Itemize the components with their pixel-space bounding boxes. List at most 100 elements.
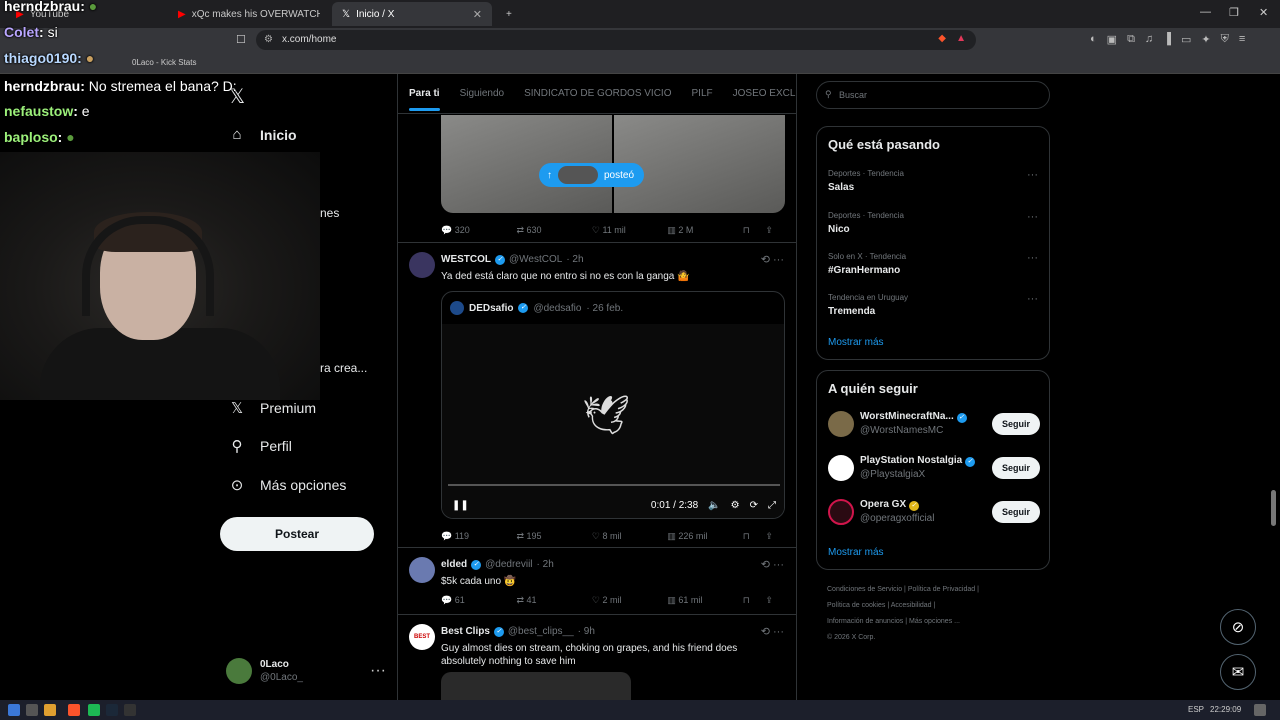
follow-button[interactable]: Seguir xyxy=(991,501,1040,523)
views-button[interactable]: ▥ 2 M xyxy=(667,225,742,236)
bookmark-icon[interactable]: ⊓ xyxy=(743,225,766,236)
reply-button[interactable]: 💬 61 xyxy=(441,595,516,606)
tab-following[interactable]: Siguiendo xyxy=(460,88,504,99)
taskbar-app-icon[interactable] xyxy=(44,704,56,716)
reply-button[interactable]: 💬 119 xyxy=(441,531,516,542)
settings-icon[interactable]: ⚙ xyxy=(731,500,740,511)
show-more-link[interactable]: Mostrar más xyxy=(828,547,884,558)
share-icon[interactable]: ⇪ xyxy=(765,595,788,606)
sidebar-icon[interactable]: ▐ xyxy=(1163,33,1171,46)
brave-icon[interactable] xyxy=(68,704,80,716)
nav-profile[interactable]: ⚲ Perfil xyxy=(228,437,292,455)
like-button[interactable]: ♡ 11 mil xyxy=(592,225,667,236)
spotify-icon[interactable] xyxy=(88,704,100,716)
retweet-button[interactable]: ⇄ 41 xyxy=(516,595,591,606)
taskbar-app-icon[interactable] xyxy=(124,704,136,716)
search-input[interactable]: ⚲ Buscar xyxy=(816,81,1050,109)
vpn-icon[interactable]: ⛨ xyxy=(1221,33,1229,46)
close-tab-icon[interactable]: ✕ xyxy=(473,8,482,21)
share-icon[interactable]: ⇪ xyxy=(765,225,788,236)
avatar[interactable] xyxy=(409,557,435,583)
site-settings-icon[interactable]: ⚙ xyxy=(264,34,273,45)
clock[interactable]: 22:29:09 xyxy=(1210,705,1241,714)
new-tab-button[interactable]: + xyxy=(496,2,516,26)
views-button[interactable]: ▥ 61 mil xyxy=(667,595,742,606)
nav-home[interactable]: ⌂ Inicio xyxy=(228,126,296,143)
menu-icon[interactable]: ≡ xyxy=(1239,33,1245,46)
nav-premium[interactable]: 𝕏 Premium xyxy=(228,399,316,417)
more-icon[interactable]: ··· xyxy=(1027,211,1038,223)
tab-x-home[interactable]: 𝕏 Inicio / X ✕ xyxy=(332,2,492,26)
pause-icon[interactable]: ❚❚ xyxy=(452,500,469,511)
fullscreen-icon[interactable]: ⤢ xyxy=(768,500,776,511)
tab-list[interactable]: PILF xyxy=(692,88,713,99)
brave-rewards-icon[interactable]: ▲ xyxy=(956,33,966,44)
volume-icon[interactable]: 🔈 xyxy=(708,500,720,511)
music-icon[interactable]: ♫ xyxy=(1145,33,1153,46)
footer-link[interactable]: Política de Privacidad xyxy=(908,586,975,593)
maximize-icon[interactable]: ❐ xyxy=(1229,6,1239,19)
bookmark-icon[interactable]: ⊓ xyxy=(743,531,766,542)
retweet-button[interactable]: ⇄ 630 xyxy=(516,225,591,236)
tweet[interactable]: WESTCOL ✓ @WestCOL · 2h ⟲ ··· Ya ded está c… xyxy=(398,244,796,548)
follow-suggestion[interactable]: PlayStation Nostalgia ✓ @PlaystalgiaX Seg… xyxy=(828,453,1040,483)
trend-item[interactable]: Deportes · Tendencia Nico ··· xyxy=(828,211,1038,235)
avatar[interactable] xyxy=(409,252,435,278)
follow-button[interactable]: Seguir xyxy=(991,457,1040,479)
video-player[interactable]: 🕊 ❚❚ 0:01 / 2:38 🔈 ⚙ ⟳ ⤢ xyxy=(442,324,784,518)
quoted-tweet[interactable]: DEDsafio ✓ @dedsafio · 26 feb. 🕊 ❚❚ 0:01 / … xyxy=(441,291,785,519)
video-progress-bar[interactable] xyxy=(448,484,780,486)
nav-more-options[interactable]: ⊙ Más opciones xyxy=(228,476,347,494)
extension-icon[interactable]: ▣ xyxy=(1107,33,1117,46)
retweet-button[interactable]: ⇄ 195 xyxy=(516,531,591,542)
trend-item[interactable]: Solo en X · Tendencia #GranHermano ··· xyxy=(828,252,1038,276)
trend-item[interactable]: Deportes · Tendencia Salas ··· xyxy=(828,169,1038,193)
avatar[interactable]: BEST xyxy=(409,624,435,650)
wallet-icon[interactable]: ▭ xyxy=(1181,33,1191,46)
tweet[interactable]: BEST Best Clips ✓ @best_clips__ · 9h ⟲ ··· … xyxy=(398,616,796,700)
notifications-icon[interactable] xyxy=(1254,704,1266,716)
tab-list[interactable]: JOSEO EXCLUSI xyxy=(733,88,796,99)
brave-shield-icon[interactable]: ◆ xyxy=(938,33,946,44)
follow-button[interactable]: Seguir xyxy=(991,413,1040,435)
messages-icon[interactable]: ✉ xyxy=(1220,654,1256,690)
more-icon[interactable]: ··· xyxy=(1027,252,1038,264)
extension-icon[interactable]: ◐ xyxy=(1090,33,1097,46)
reply-button[interactable]: 💬 320 xyxy=(441,225,516,236)
like-button[interactable]: ♡ 8 mil xyxy=(592,531,667,542)
ai-icon[interactable]: ✦ xyxy=(1201,33,1210,46)
tab-list[interactable]: SINDICATO DE GORDOS VICIO xyxy=(524,88,671,99)
extension-icon[interactable]: ⧉ xyxy=(1127,33,1135,46)
footer-link[interactable]: Condiciones de Servicio xyxy=(827,586,902,593)
views-button[interactable]: ▥ 226 mil xyxy=(667,531,742,542)
more-icon[interactable]: ⟲ ··· xyxy=(761,625,784,638)
footer-link[interactable]: Accesibilidad xyxy=(891,602,932,609)
show-more-link[interactable]: Mostrar más xyxy=(828,337,884,348)
minimize-icon[interactable]: — xyxy=(1200,6,1211,18)
tweet[interactable]: ↑ posteó 💬 320 ⇄ 630 ♡ 11 mil ▥ 2 M ⊓ ⇪ xyxy=(398,115,796,243)
like-button[interactable]: ♡ 2 mil xyxy=(592,595,667,606)
new-posts-pill[interactable]: ↑ posteó xyxy=(539,163,645,187)
account-switcher[interactable]: 0Laco @0Laco_ ··· xyxy=(226,654,386,688)
taskbar-app-icon[interactable] xyxy=(26,704,38,716)
post-button[interactable]: Postear xyxy=(220,517,374,551)
more-icon[interactable]: ⟲ ··· xyxy=(761,558,784,571)
url-field[interactable]: ⚙ x.com/home ◆ ▲ xyxy=(256,30,976,50)
footer-link[interactable]: Más opciones ... xyxy=(909,618,960,625)
follow-suggestion[interactable]: WorstMinecraftNa... ✓ @WorstNamesMC Segui… xyxy=(828,409,1040,439)
trend-item[interactable]: Tendencia en Uruguay Tremenda ··· xyxy=(828,293,1038,317)
bookmark-item[interactable]: 0Laco - Kick Stats xyxy=(132,58,196,67)
tweet-video-thumbnail[interactable] xyxy=(441,672,631,700)
steam-icon[interactable] xyxy=(106,704,118,716)
share-icon[interactable]: ⇪ xyxy=(765,531,788,542)
nav-partial-label[interactable]: nes xyxy=(320,206,339,220)
more-icon[interactable]: ⟲ ··· xyxy=(761,253,784,266)
more-icon[interactable]: ··· xyxy=(1027,293,1038,305)
loop-icon[interactable]: ⟳ xyxy=(750,500,758,511)
bookmark-icon[interactable]: ⊓ xyxy=(743,595,766,606)
close-window-icon[interactable]: ✕ xyxy=(1259,6,1268,19)
follow-suggestion[interactable]: Opera GX ✓ @operagxofficial Seguir xyxy=(828,497,1040,527)
bookmark-icon[interactable]: ☐ xyxy=(236,33,246,46)
tab-xqc[interactable]: ▶xQc makes his OVERWATCH LEAGUE xyxy=(168,2,330,26)
scrollbar-thumb[interactable] xyxy=(1271,490,1276,526)
